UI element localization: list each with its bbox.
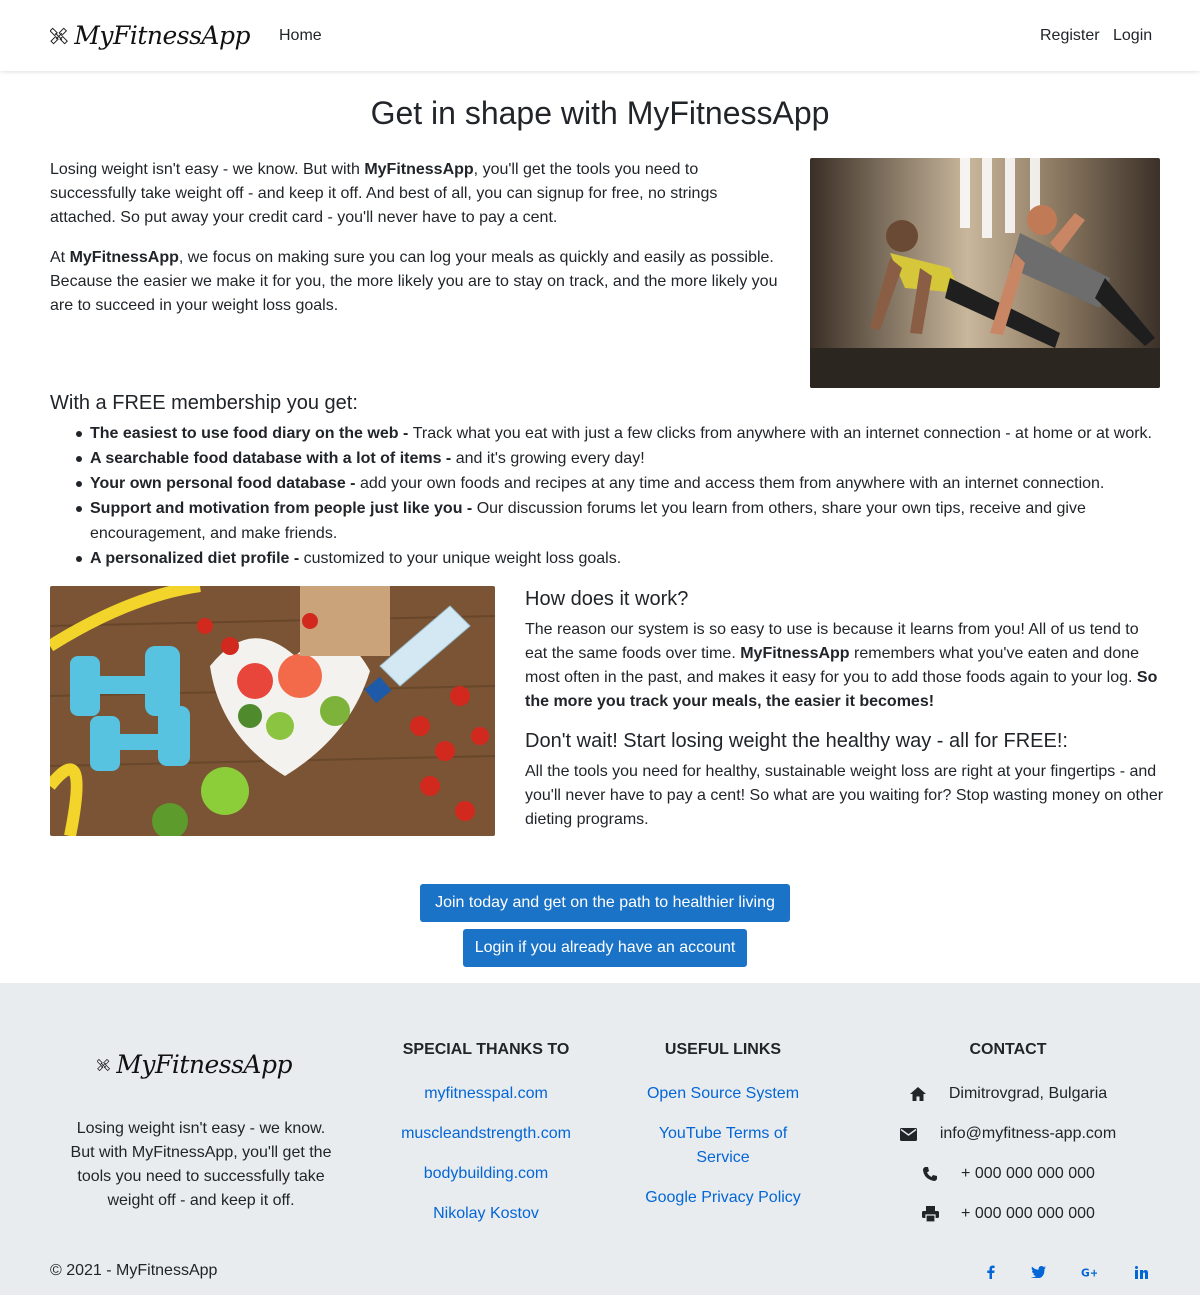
copyright: © 2021 - MyFitnessApp (50, 1262, 218, 1279)
intro-text: Losing weight isn't easy - we know. But … (50, 161, 365, 178)
footer-brand-name: MyFitnessApp (116, 1050, 292, 1080)
footer-description: Losing weight isn't easy - we know. But … (70, 1120, 332, 1209)
phone-icon (921, 1165, 939, 1183)
list-item: Your own personal food database - add yo… (76, 471, 1165, 496)
dumbbell-icon (50, 27, 68, 45)
thanks-link-bodybuilding[interactable]: bodybuilding.com (386, 1162, 586, 1186)
svg-text:G+: G+ (1081, 1266, 1097, 1278)
intro-section: Losing weight isn't easy - we know. But … (50, 158, 780, 334)
benefit-text: customized to your unique weight loss go… (303, 550, 622, 567)
fax-text: + 000 000 000 000 (961, 1205, 1095, 1222)
facebook-icon[interactable] (983, 1264, 999, 1280)
contact-address: Dimitrovgrad, Bulgaria (880, 1082, 1136, 1106)
how-paragraph: The reason our system is so easy to use … (525, 618, 1165, 714)
benefit-title: Your own personal food database - (90, 475, 360, 492)
link-open-source-system[interactable]: Open Source System (638, 1082, 808, 1106)
brand-name: MyFitnessApp (74, 21, 250, 51)
join-button[interactable]: Join today and get on the path to health… (420, 884, 790, 922)
healthy-food-photo (50, 586, 495, 836)
thanks-column: SPECIAL THANKS TO myfitnesspal.com muscl… (386, 1040, 586, 1242)
main-content: Get in shape with MyFitnessApp Losing we… (0, 71, 1200, 983)
footer: MyFitnessApp Losing weight isn't easy - … (0, 983, 1200, 1295)
thanks-link-nikolay-kostov[interactable]: Nikolay Kostov (386, 1202, 586, 1226)
login-button[interactable]: Login if you already have an account (463, 929, 747, 967)
list-item: A personalized diet profile - customized… (76, 546, 1165, 571)
thanks-link-muscleandstrength[interactable]: muscleandstrength.com (386, 1122, 586, 1146)
how-heading: How does it work? (525, 588, 689, 610)
brand-logo[interactable]: MyFitnessApp (50, 14, 250, 58)
benefit-text: Track what you eat with just a few click… (412, 425, 1152, 442)
benefit-text: add your own foods and recipes at any ti… (359, 475, 1105, 492)
email-text: info@myfitness-app.com (939, 1125, 1117, 1142)
home-icon (909, 1085, 927, 1103)
contact-column: CONTACT Dimitrovgrad, Bulgaria info@myfi… (880, 1040, 1136, 1242)
phone-text: + 000 000 000 000 (961, 1165, 1095, 1182)
brand-emphasis: MyFitnessApp (740, 645, 850, 662)
benefit-text: and it's growing every day! (455, 450, 645, 467)
benefits-list: The easiest to use food diary on the web… (76, 421, 1165, 571)
wait-heading: Don't wait! Start losing weight the heal… (525, 730, 1068, 752)
thanks-heading: SPECIAL THANKS TO (402, 1041, 570, 1058)
page-title: Get in shape with MyFitnessApp (370, 95, 830, 131)
link-youtube-terms[interactable]: YouTube Terms of Service (638, 1122, 808, 1170)
workout-photo (810, 158, 1160, 388)
nav-register-link[interactable]: Register (1040, 24, 1100, 48)
navbar: MyFitnessApp Home Register Login (0, 0, 1200, 71)
intro-text: At (50, 249, 70, 266)
useful-links-heading: USEFUL LINKS (664, 1041, 782, 1058)
benefit-title: A personalized diet profile - (90, 550, 304, 567)
list-item: A searchable food database with a lot of… (76, 446, 1165, 471)
printer-icon (921, 1205, 939, 1223)
address-text: Dimitrovgrad, Bulgaria (948, 1085, 1108, 1102)
intro-paragraph-2: At MyFitnessApp, we focus on making sure… (50, 246, 780, 318)
contact-fax: + 000 000 000 000 (880, 1202, 1136, 1226)
google-plus-icon[interactable]: G+ (1081, 1264, 1097, 1280)
brand-emphasis: MyFitnessApp (69, 249, 179, 266)
useful-links-column: USEFUL LINKS Open Source System YouTube … (638, 1040, 808, 1226)
envelope-icon (900, 1125, 918, 1143)
benefit-title: Support and motivation from people just … (90, 500, 477, 517)
list-item: The easiest to use food diary on the web… (76, 421, 1165, 446)
nav-login-link[interactable]: Login (1113, 24, 1152, 48)
contact-email: info@myfitness-app.com (880, 1122, 1136, 1146)
intro-paragraph-1: Losing weight isn't easy - we know. But … (50, 158, 780, 230)
linkedin-icon[interactable] (1133, 1264, 1149, 1280)
contact-phone: + 000 000 000 000 (880, 1162, 1136, 1186)
thanks-link-myfitnesspal[interactable]: myfitnesspal.com (386, 1082, 586, 1106)
benefit-title: The easiest to use food diary on the web… (90, 425, 413, 442)
benefit-title: A searchable food database with a lot of… (90, 450, 456, 467)
benefits-heading: With a FREE membership you get: (50, 392, 358, 414)
wait-paragraph: All the tools you need for healthy, sust… (525, 763, 1164, 828)
brand-emphasis: MyFitnessApp (364, 161, 474, 178)
contact-heading: CONTACT (969, 1041, 1047, 1058)
twitter-icon[interactable] (1030, 1264, 1046, 1280)
dumbbell-icon (97, 1058, 111, 1072)
footer-logo: MyFitnessApp (97, 1043, 292, 1087)
nav-home-link[interactable]: Home (279, 24, 322, 48)
how-it-works-section: How does it work? The reason our system … (525, 586, 1165, 846)
list-item: Support and motivation from people just … (76, 496, 1165, 546)
link-google-privacy[interactable]: Google Privacy Policy (638, 1186, 808, 1210)
